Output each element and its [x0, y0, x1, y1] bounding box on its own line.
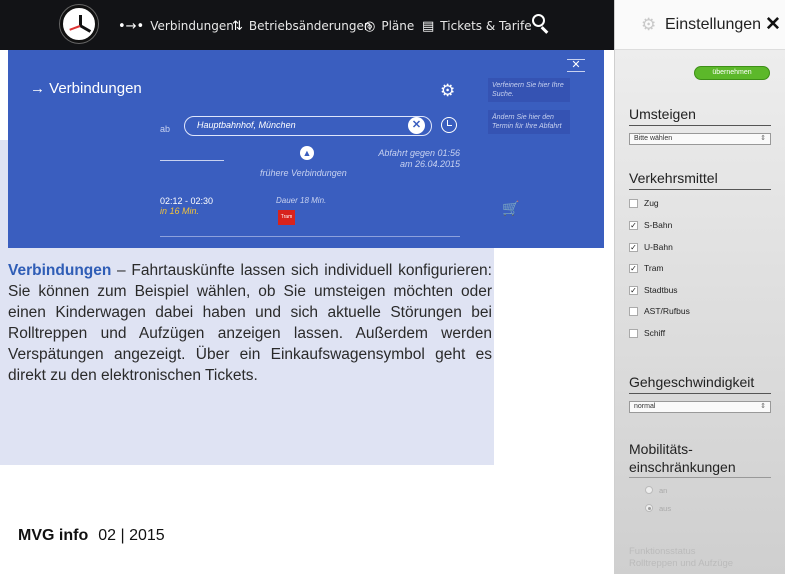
checkbox-label: S-Bahn: [644, 220, 673, 230]
footer: MVG info 02 | 2015: [18, 527, 165, 545]
mode-checkbox-tram[interactable]: ✓ Tram: [629, 262, 664, 274]
departure-info: Abfahrt gegen 01:56 am 26.04.2015: [376, 148, 460, 170]
checkbox[interactable]: ✓: [629, 285, 638, 295]
mobility-title-line1: Mobilitäts-: [629, 441, 693, 457]
divider: [629, 393, 771, 394]
caption-body: Fahrtauskünfte lassen sich individuell k…: [8, 262, 492, 384]
mode-checkbox-zug[interactable]: Zug: [629, 197, 659, 209]
checkbox[interactable]: ✓: [629, 263, 638, 273]
checkbox-label: U-Bahn: [644, 242, 673, 252]
modes-title: Verkehrsmittel: [629, 170, 718, 186]
status-title-line2: Rolltreppen und Aufzüge: [629, 558, 734, 569]
shopping-cart-icon[interactable]: 🛒: [502, 200, 519, 217]
station-clock-icon[interactable]: [60, 5, 98, 43]
status-title-line1: Funktionsstatus: [629, 546, 696, 557]
earlier-connections-link[interactable]: frühere Verbindungen: [260, 168, 347, 178]
mode-checkbox-schiff[interactable]: Schiff: [629, 327, 665, 339]
hint-refine-search: Verfeinern Sie hier Ihre Suche.: [488, 78, 570, 102]
panel-title: → Verbindungen: [30, 80, 142, 97]
mobility-radio-off[interactable]: aus: [645, 502, 671, 514]
close-icon[interactable]: ✕: [765, 13, 781, 36]
mode-checkbox-ast-rufbus[interactable]: AST/Rufbus: [629, 305, 690, 317]
clear-input-button[interactable]: ✕: [408, 117, 425, 134]
walking-speed-select[interactable]: normal ⇕: [629, 401, 771, 413]
select-arrows-icon: ⇕: [760, 403, 766, 410]
transfer-select[interactable]: Bitte wählen ⇕: [629, 133, 771, 145]
caption-dash: –: [111, 262, 132, 279]
disruption-icon: ⇅: [232, 18, 243, 34]
mode-checkbox-stadtbus[interactable]: ✓ Stadtbus: [629, 284, 678, 296]
walking-speed-title: Gehgeschwindigkeit: [629, 374, 755, 390]
checkbox[interactable]: [629, 306, 638, 316]
radio-label: aus: [659, 503, 672, 513]
mobility-radio-on[interactable]: an: [645, 484, 667, 496]
checkbox[interactable]: [629, 198, 638, 208]
checkbox[interactable]: ✓: [629, 242, 638, 252]
connections-panel: → Verbindungen ⚙ ✕ Verfeinern Sie hier I…: [8, 50, 604, 248]
nav-item-label: Verbindungen: [150, 19, 234, 33]
search-icon[interactable]: [530, 12, 552, 34]
clock-icon[interactable]: [441, 117, 457, 133]
footer-brand: MVG info: [18, 527, 89, 544]
divider: [629, 189, 771, 190]
nav-item-plaene[interactable]: ◎ Pläne: [364, 17, 414, 35]
trip-duration: Dauer 18 Min.: [276, 196, 327, 205]
nav-item-betriebsaenderungen[interactable]: ⇅ Betriebsänderungen: [232, 17, 371, 35]
checkbox-label: Tram: [644, 263, 664, 273]
checkbox[interactable]: ✓: [629, 220, 638, 230]
nav-item-tickets[interactable]: ▤ Tickets & Tarife: [422, 17, 532, 35]
settings-sidebar: ⚙ Einstellungen ✕ übernehmen Umsteigen B…: [614, 0, 785, 574]
route-arrows-icon: •→•: [118, 18, 145, 34]
top-nav-bar: •→• Verbindungen ⇅ Betriebsänderungen ◎ …: [0, 0, 614, 50]
nav-item-label: Betriebsänderungen: [248, 19, 372, 33]
close-icon[interactable]: ✕: [567, 59, 585, 72]
status-title: Funktionsstatus Rolltreppen und Aufzüge: [629, 546, 733, 570]
arrow-up-icon[interactable]: ▲: [300, 146, 314, 160]
settings-title: Einstellungen: [665, 16, 762, 33]
hint-change-time: Ändern Sie hier den Termin für Ihre Abfa…: [488, 110, 570, 134]
radio-button[interactable]: [645, 504, 653, 512]
departure-time: Abfahrt gegen 01:56: [378, 148, 460, 158]
divider: [160, 160, 224, 161]
checkbox-label: Schiff: [644, 328, 666, 338]
nav-item-label: Tickets & Tarife: [440, 19, 532, 33]
from-station-input[interactable]: Hauptbahnhof, München: [184, 116, 432, 136]
from-label: ab: [160, 124, 171, 134]
divider: [160, 236, 460, 237]
checkbox-label: Stadtbus: [644, 285, 678, 295]
nav-item-verbindungen[interactable]: •→• Verbindungen: [118, 17, 234, 35]
caption-text: Verbindungen – Fahrtauskünfte lassen sic…: [8, 260, 492, 386]
divider: [629, 477, 771, 478]
checkbox-label: AST/Rufbus: [644, 306, 690, 316]
trip-time: 02:12 - 02:30: [160, 196, 214, 206]
mobility-title: Mobilitäts- einschränkungen: [629, 440, 736, 476]
tram-badge: Tram: [278, 210, 295, 225]
nav-item-label: Pläne: [381, 19, 415, 33]
gear-icon: ⚙: [641, 15, 657, 34]
ticket-icon: ▤: [422, 18, 435, 34]
checkbox-label: Zug: [644, 198, 659, 208]
settings-header: ⚙ Einstellungen ✕: [615, 0, 785, 50]
transfer-title: Umsteigen: [629, 106, 696, 122]
footer-issue: 02 | 2015: [98, 527, 165, 544]
trip-relative-time: in 16 Min.: [160, 206, 200, 216]
from-station-value: Hauptbahnhof, München: [197, 120, 296, 130]
mobility-title-line2: einschränkungen: [629, 459, 736, 475]
mode-checkbox-s-bahn[interactable]: ✓ S-Bahn: [629, 219, 672, 231]
trip-row[interactable]: 02:12 - 02:30 in 16 Min.: [160, 196, 213, 216]
select-arrows-icon: ⇕: [760, 135, 766, 142]
divider: [629, 125, 771, 126]
map-icon: ◎: [364, 18, 376, 34]
mode-checkbox-u-bahn[interactable]: ✓ U-Bahn: [629, 241, 673, 253]
gear-icon[interactable]: ⚙: [440, 81, 455, 101]
departure-date: am 26.04.2015: [399, 159, 460, 169]
apply-button[interactable]: übernehmen: [694, 66, 770, 80]
checkbox[interactable]: [629, 328, 638, 338]
walking-speed-value: normal: [634, 403, 656, 410]
radio-button[interactable]: [645, 486, 653, 494]
caption-lead: Verbindungen: [8, 262, 112, 279]
radio-label: an: [659, 485, 668, 495]
transfer-select-value: Bitte wählen: [634, 135, 673, 142]
